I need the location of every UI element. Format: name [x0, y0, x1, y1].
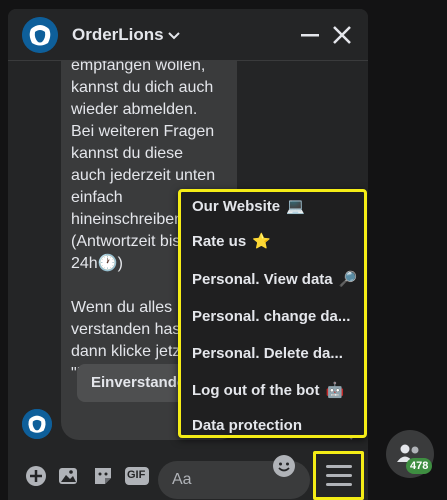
menu-item-label: Personal. change da...	[192, 308, 351, 325]
chat-header: OrderLions	[8, 9, 368, 61]
menu-item-rate-us[interactable]: Rate us ⭐	[192, 232, 271, 251]
menu-item-label: Personal. Delete da...	[192, 345, 343, 362]
menu-item-label: Our Website	[192, 197, 281, 215]
menu-item-change-data[interactable]: Personal. change da...	[192, 308, 350, 325]
chevron-down-icon	[167, 25, 180, 45]
gif-label: GIF	[127, 469, 146, 481]
emoji-icon[interactable]	[273, 455, 295, 477]
sticker-icon[interactable]	[92, 465, 114, 487]
menu-item-data-protection[interactable]: Data protection	[192, 417, 302, 434]
menu-icon	[325, 465, 352, 468]
menu-item-delete-data[interactable]: Personal. Delete da...	[192, 345, 343, 362]
menu-item-label: Personal. View data	[192, 270, 333, 288]
menu-item-label: Log out of the bot	[192, 381, 320, 399]
chat-window: OrderLions empfangen wollen, kannst du d…	[8, 9, 368, 500]
plus-icon[interactable]	[25, 465, 47, 487]
lion-logo-icon	[22, 16, 58, 53]
menu-item-view-data[interactable]: Personal. View data 🔎	[192, 270, 358, 289]
image-icon[interactable]	[57, 465, 79, 487]
active-count-badge: 478	[406, 458, 433, 474]
menu-item-log-out[interactable]: Log out of the bot 🤖	[192, 381, 345, 400]
star-icon: ⭐	[252, 233, 271, 250]
menu-icon	[325, 483, 352, 486]
menu-item-label: Data protection	[192, 417, 303, 434]
menu-icon	[325, 474, 352, 477]
close-icon[interactable]	[328, 21, 356, 49]
chat-title[interactable]: OrderLions	[72, 25, 180, 45]
persistent-menu: Our Website 💻 Rate us ⭐ Personal. View d…	[178, 189, 367, 438]
magnifier-icon: 🔎	[338, 271, 358, 288]
gif-icon[interactable]: GIF	[124, 465, 150, 487]
chat-title-text: OrderLions	[72, 24, 164, 44]
menu-item-label: Rate us	[192, 232, 247, 250]
bot-avatar	[22, 409, 52, 439]
robot-icon: 🤖	[325, 382, 345, 399]
laptop-icon: 💻	[286, 198, 305, 215]
menu-button[interactable]	[313, 451, 364, 500]
menu-item-our-website[interactable]: Our Website 💻	[192, 197, 305, 216]
minimize-icon[interactable]	[296, 21, 324, 49]
